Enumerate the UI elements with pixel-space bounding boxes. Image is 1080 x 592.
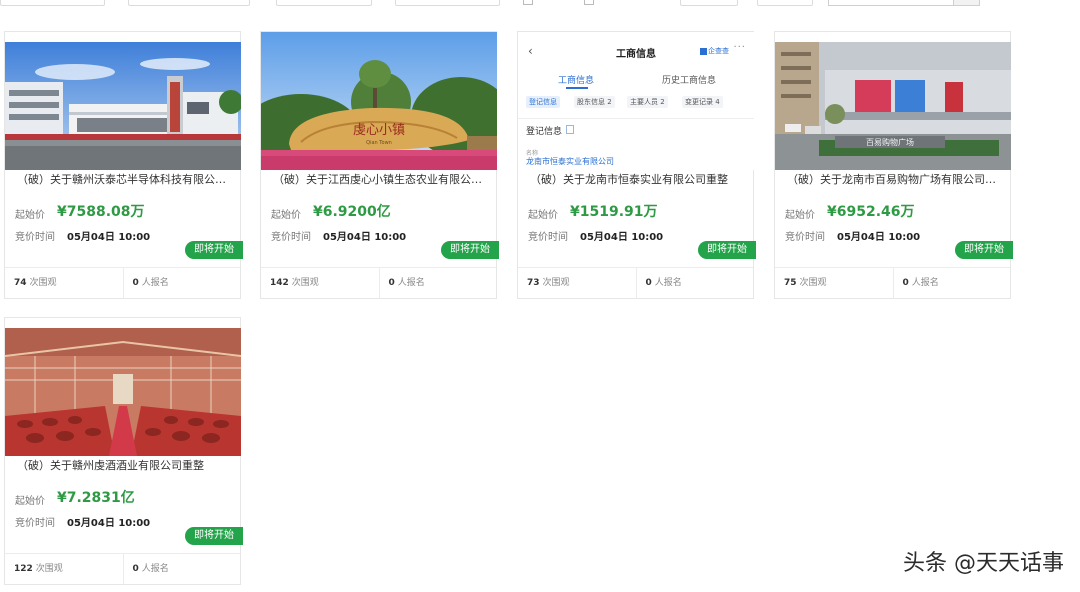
auction-card[interactable]: ‹ 工商信息 企查查 ··· 工商信息 历史工商信息 登记信息 股东信息 2 主…: [517, 31, 756, 299]
auction-card[interactable]: （破）关于赣州沃泰芯半导体科技有限公司重整 起始价 ¥7588.08万 竞价时间…: [4, 31, 243, 299]
card-title[interactable]: （破）关于江西虔心小镇生态农业有限公司重整: [273, 172, 487, 188]
brand-icon: [700, 47, 707, 55]
snapshot-company-name: 龙南市恒泰实业有限公司: [526, 157, 614, 166]
status-badge: 即将开始: [185, 241, 243, 259]
views-count: 122 次围观: [14, 564, 63, 574]
views-count: 73 次围观: [527, 278, 570, 288]
card-footer: 142 次围观 0 人报名: [261, 267, 496, 298]
snapshot-pill: 主要人员 2: [627, 96, 668, 108]
views-count: 74 次围观: [14, 278, 57, 288]
auction-time-label: 竞价时间: [785, 232, 825, 243]
document-icon: [566, 125, 574, 134]
auction-time: 05月04日 10:00: [323, 232, 407, 243]
card-footer: 73 次围观 0 人报名: [518, 267, 753, 298]
signups-count: 0 人报名: [635, 268, 754, 298]
status-badge: 即将开始: [185, 527, 243, 545]
search-input[interactable]: [828, 0, 980, 6]
status-badge: 即将开始: [441, 241, 499, 259]
signups-count: 0 人报名: [892, 268, 1011, 298]
card-title[interactable]: （破）关于赣州沃泰芯半导体科技有限公司重整: [17, 172, 231, 188]
card-title[interactable]: （破）关于龙南市百易购物广场有限公司重整: [787, 172, 1001, 188]
auction-time-label: 竞价时间: [271, 232, 311, 243]
auction-time: 05月04日 10:00: [67, 232, 151, 243]
status-badge: 即将开始: [698, 241, 756, 259]
auction-time-label: 竞价时间: [528, 232, 568, 243]
filter-checkbox[interactable]: [584, 0, 594, 5]
filter-select[interactable]: [395, 0, 500, 6]
brand-logo: 企查查: [700, 46, 729, 56]
sign-text: 虔心小镇: [353, 123, 405, 138]
auction-card[interactable]: 百易购物广场 （破）关于龙南市百易购物广场有限公司重整 起始价 ¥6952.46…: [774, 31, 1013, 299]
auction-time-label: 竞价时间: [15, 518, 55, 529]
sign-subtext: Qian Town: [366, 140, 392, 146]
tab-indicator: [566, 87, 588, 89]
snapshot-tab: 历史工商信息: [662, 76, 717, 86]
starting-price: ¥7588.08万: [57, 204, 145, 220]
snapshot-tab: 工商信息: [558, 76, 595, 86]
price-label: 起始价: [15, 210, 45, 221]
sign-text: 百易购物广场: [866, 137, 914, 147]
property-photo: [5, 42, 241, 170]
starting-price: ¥7.2831亿: [57, 490, 135, 506]
starting-price: ¥6952.46万: [827, 204, 915, 220]
filter-select[interactable]: [276, 0, 372, 6]
filter-checkbox[interactable]: [523, 0, 533, 5]
price-label: 起始价: [785, 210, 815, 221]
filter-bar: [0, 0, 1080, 12]
auction-card[interactable]: （破）关于赣州虔酒酒业有限公司重整 起始价 ¥7.2831亿 竞价时间 05月0…: [4, 317, 243, 585]
auction-time-label: 竞价时间: [15, 232, 55, 243]
price-label: 起始价: [15, 496, 45, 507]
card-title[interactable]: （破）关于赣州虔酒酒业有限公司重整: [17, 458, 231, 474]
snapshot-section-title: 登记信息: [526, 127, 563, 137]
card-footer: 122 次围观 0 人报名: [5, 553, 240, 584]
snapshot-pill: 变更记录 4: [682, 96, 723, 108]
views-count: 142 次围观: [270, 278, 319, 288]
business-info-screenshot: ‹ 工商信息 企查查 ··· 工商信息 历史工商信息 登记信息 股东信息 2 主…: [518, 32, 754, 170]
more-icon: ···: [733, 42, 746, 53]
starting-price: ¥6.9200亿: [313, 204, 391, 220]
price-label: 起始价: [271, 210, 301, 221]
filter-input[interactable]: [757, 0, 813, 6]
card-title[interactable]: （破）关于龙南市恒泰实业有限公司重整: [530, 172, 744, 188]
status-badge: 即将开始: [955, 241, 1013, 259]
starting-price: ¥1519.91万: [570, 204, 658, 220]
property-photo: [5, 328, 241, 456]
signups-count: 0 人报名: [122, 554, 241, 584]
signups-count: 0 人报名: [122, 268, 241, 298]
filter-select[interactable]: [128, 0, 250, 6]
filter-input[interactable]: [680, 0, 738, 6]
watermark: 头条 @天天话事: [903, 551, 1064, 576]
signups-count: 0 人报名: [378, 268, 497, 298]
snapshot-pill: 股东信息 2: [574, 96, 615, 108]
price-label: 起始价: [528, 210, 558, 221]
property-photo: 百易购物广场: [775, 42, 1011, 170]
search-button[interactable]: [953, 0, 979, 5]
snapshot-pill: 登记信息: [526, 96, 560, 108]
views-count: 75 次围观: [784, 278, 827, 288]
card-footer: 74 次围观 0 人报名: [5, 267, 240, 298]
auction-time: 05月04日 10:00: [67, 518, 151, 529]
auction-time: 05月04日 10:00: [837, 232, 921, 243]
filter-select[interactable]: [0, 0, 105, 6]
card-footer: 75 次围观 0 人报名: [775, 267, 1010, 298]
auction-card[interactable]: 虔心小镇 Qian Town （破）关于江西虔心小镇生态农业有限公司重整 起始价…: [260, 31, 499, 299]
auction-time: 05月04日 10:00: [580, 232, 664, 243]
property-photo: 虔心小镇 Qian Town: [261, 32, 497, 170]
divider: [518, 118, 754, 119]
